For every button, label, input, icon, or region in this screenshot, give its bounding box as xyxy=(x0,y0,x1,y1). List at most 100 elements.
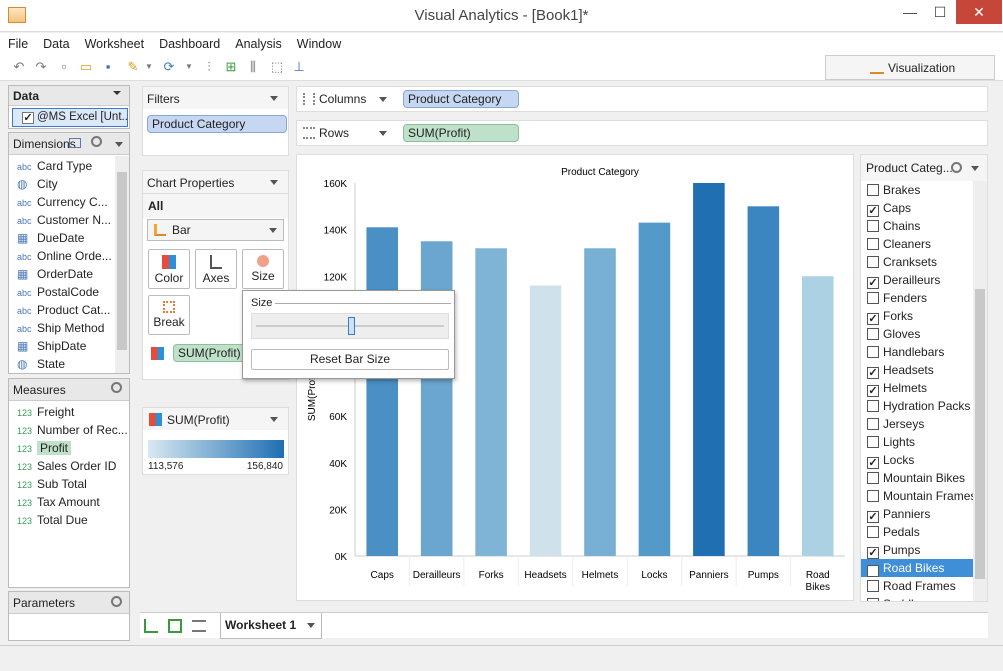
measure-item[interactable]: 123 Tax Amount xyxy=(9,493,129,511)
category-item[interactable]: Jerseys xyxy=(861,415,973,433)
checkbox[interactable]: ✓ xyxy=(867,565,879,577)
sort-icon[interactable]: ⊥ xyxy=(290,58,308,76)
columns-pill[interactable]: Product Category xyxy=(403,90,519,108)
checkbox[interactable] xyxy=(867,490,879,502)
size-slider[interactable] xyxy=(251,313,449,339)
filter-pill[interactable]: Product Category xyxy=(147,115,287,133)
checkbox[interactable] xyxy=(867,472,879,484)
slider-thumb[interactable] xyxy=(347,317,355,335)
dimension-item[interactable]: abc Ship Method xyxy=(9,319,115,337)
checkbox[interactable]: ✓ xyxy=(867,313,879,325)
data-source-item[interactable]: ✓ @MS Excel [Unt... xyxy=(12,108,128,127)
new-worksheet-icon[interactable]: ⫶ xyxy=(200,58,218,76)
category-item[interactable]: Handlebars xyxy=(861,343,973,361)
checkbox[interactable]: ✓ xyxy=(867,385,879,397)
chevron-down-icon[interactable] xyxy=(379,131,387,136)
break-button[interactable]: Break xyxy=(148,295,190,335)
category-item[interactable]: Saddles xyxy=(861,595,973,601)
checkbox[interactable] xyxy=(867,400,879,412)
category-item[interactable]: ✓ Forks xyxy=(861,307,973,325)
checkbox[interactable] xyxy=(867,238,879,250)
dimension-item[interactable]: ◍ City xyxy=(9,175,115,193)
checkbox[interactable] xyxy=(867,580,879,592)
dimension-item[interactable]: abc Online Orde... xyxy=(9,247,115,265)
chevron-down-icon[interactable] xyxy=(270,180,278,185)
measure-item[interactable]: 123 Freight xyxy=(9,403,129,421)
measure-item[interactable]: 123 Profit xyxy=(9,439,129,457)
visualization-button[interactable]: Visualization xyxy=(825,55,995,80)
chevron-down-icon[interactable] xyxy=(971,166,979,171)
search-icon[interactable] xyxy=(91,136,102,147)
search-icon[interactable] xyxy=(951,162,962,173)
checkbox[interactable] xyxy=(867,328,879,340)
menu-worksheet[interactable]: Worksheet xyxy=(77,33,152,51)
tab-worksheet-1[interactable]: Worksheet 1 xyxy=(220,613,322,639)
checkbox[interactable] xyxy=(867,436,879,448)
refresh-icon[interactable]: ⟳ xyxy=(160,58,178,76)
dimension-item[interactable]: ▦ DueDate xyxy=(9,229,115,247)
category-item[interactable]: Fenders xyxy=(861,289,973,307)
chevron-down-icon[interactable] xyxy=(307,623,315,628)
dimension-item[interactable]: abc Currency C... xyxy=(9,193,115,211)
category-item[interactable]: ✓ Road Bikes xyxy=(861,559,973,577)
category-item[interactable]: Road Frames xyxy=(861,577,973,595)
measure-item[interactable]: 123 Total Due xyxy=(9,511,129,529)
menu-dashboard[interactable]: Dashboard xyxy=(151,33,227,51)
select-icon[interactable]: ⬚ xyxy=(268,58,286,76)
search-icon[interactable] xyxy=(111,596,122,607)
menu-data[interactable]: Data xyxy=(35,33,76,51)
minimize-button[interactable]: — xyxy=(896,0,924,24)
axes-button[interactable]: Axes xyxy=(195,249,237,289)
category-item[interactable]: ✓ Caps xyxy=(861,199,973,217)
dimension-item[interactable]: abc Product Cat... xyxy=(9,301,115,319)
dropdown-icon[interactable]: ▼ xyxy=(140,58,158,76)
category-item[interactable]: Mountain Bikes xyxy=(861,469,973,487)
chart-icon[interactable]: ⫼ xyxy=(244,58,262,76)
dimensions-scrollbar[interactable] xyxy=(115,156,129,373)
new-dashboard-icon[interactable] xyxy=(168,619,182,633)
checkbox[interactable] xyxy=(867,256,879,268)
measure-item[interactable]: 123 Sub Total xyxy=(9,475,129,493)
category-item[interactable]: Hydration Packs xyxy=(861,397,973,415)
undo-icon[interactable]: ↶ xyxy=(10,58,28,76)
dimension-item[interactable]: abc Card Type xyxy=(9,157,115,175)
measure-item[interactable]: 123 Sales Order ID xyxy=(9,457,129,475)
chevron-down-icon[interactable] xyxy=(379,97,387,102)
category-item[interactable]: Cranksets xyxy=(861,253,973,271)
category-item[interactable]: Gloves xyxy=(861,325,973,343)
dimension-item[interactable]: ▦ ShipDate xyxy=(9,337,115,355)
category-item[interactable]: Lights xyxy=(861,433,973,451)
category-item[interactable]: ✓ Panniers xyxy=(861,505,973,523)
search-icon[interactable] xyxy=(111,382,122,393)
dimension-item[interactable]: ▦ OrderDate xyxy=(9,265,115,283)
new-icon[interactable]: ▫ xyxy=(55,58,73,76)
menu-window[interactable]: Window xyxy=(289,33,348,51)
dimension-item[interactable]: abc Customer N... xyxy=(9,211,115,229)
menu-file[interactable]: File xyxy=(0,33,35,51)
category-item[interactable]: Brakes xyxy=(861,181,973,199)
category-item[interactable]: Mountain Frames xyxy=(861,487,973,505)
dimension-item[interactable]: abc PostalCode xyxy=(9,283,115,301)
sort-icon[interactable] xyxy=(113,91,121,95)
checkbox[interactable]: ✓ xyxy=(867,277,879,289)
chart-type-select[interactable]: Bar xyxy=(147,219,284,241)
checkbox[interactable] xyxy=(867,346,879,358)
checkbox[interactable]: ✓ xyxy=(867,547,879,559)
chevron-down-icon[interactable] xyxy=(115,142,123,147)
open-icon[interactable]: ▭ xyxy=(77,58,95,76)
rows-pill[interactable]: SUM(Profit) xyxy=(403,124,519,142)
color-button[interactable]: Color xyxy=(148,249,190,289)
close-button[interactable]: ✕ xyxy=(956,0,1002,24)
category-item[interactable]: Cleaners xyxy=(861,235,973,253)
category-item[interactable]: ✓ Locks xyxy=(861,451,973,469)
maximize-button[interactable]: ☐ xyxy=(926,0,954,24)
checkbox[interactable] xyxy=(867,292,879,304)
checkbox[interactable]: ✓ xyxy=(867,205,879,217)
new-dashboard-icon[interactable]: ⊞ xyxy=(222,58,240,76)
table-icon[interactable] xyxy=(69,138,81,148)
category-item[interactable]: ✓ Headsets xyxy=(861,361,973,379)
checkbox[interactable] xyxy=(867,418,879,430)
dropdown-icon[interactable]: ▼ xyxy=(180,58,198,76)
checkbox[interactable] xyxy=(867,598,879,601)
menu-analysis[interactable]: Analysis xyxy=(227,33,289,51)
